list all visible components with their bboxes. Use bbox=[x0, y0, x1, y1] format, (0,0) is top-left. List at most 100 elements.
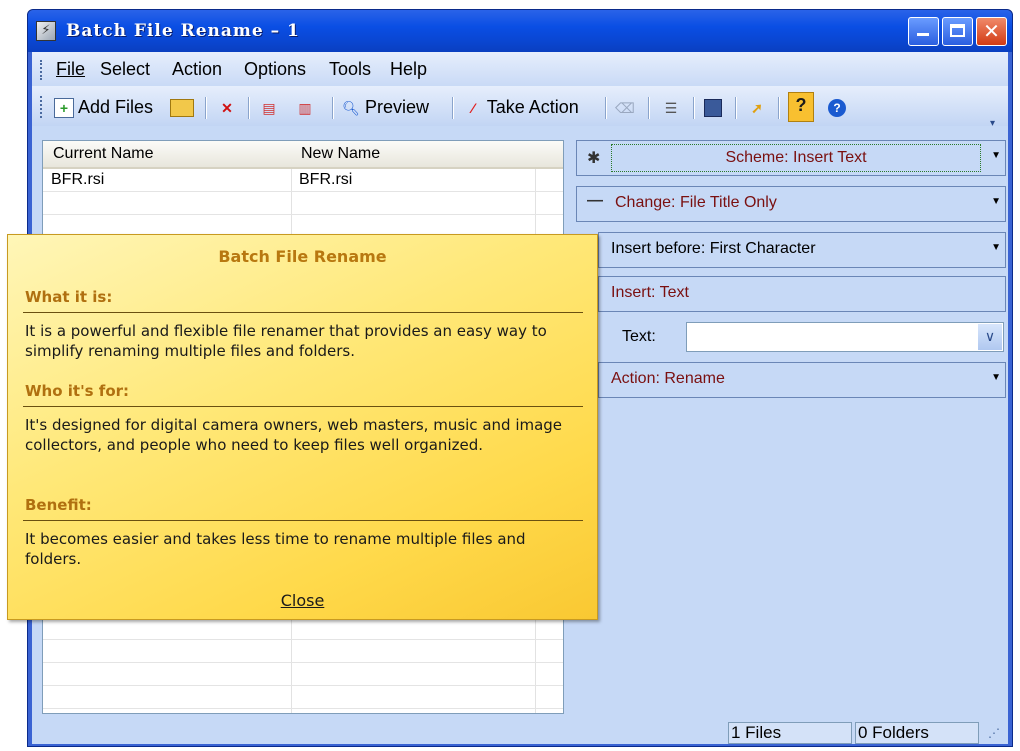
menu-options[interactable]: Options bbox=[244, 59, 306, 80]
minus-icon: — bbox=[587, 192, 603, 209]
help-toggle-button[interactable]: ? bbox=[788, 92, 814, 122]
insert-label: Insert: Text bbox=[611, 284, 689, 301]
insert-before-dropdown[interactable]: Insert before: First Character ▼ bbox=[598, 232, 1006, 268]
toolbar-overflow[interactable]: ▾ bbox=[990, 112, 995, 136]
status-folders: 0 Folders bbox=[855, 722, 979, 744]
menu-grip[interactable] bbox=[40, 60, 45, 80]
save-icon bbox=[704, 99, 722, 118]
align-button[interactable]: ☰ bbox=[662, 95, 680, 119]
list-icon: ▤ bbox=[262, 100, 276, 117]
menu-select[interactable]: Select bbox=[100, 59, 150, 80]
status-bar: 1 Files 0 Folders ⋰ bbox=[32, 720, 1008, 744]
status-files: 1 Files bbox=[728, 722, 852, 744]
text-field-label: Text: bbox=[622, 328, 656, 345]
minimize-icon bbox=[917, 33, 929, 36]
column-current-name[interactable]: Current Name bbox=[53, 145, 153, 163]
toolbar-separator bbox=[693, 97, 695, 119]
popup-title: Batch File Rename bbox=[218, 247, 387, 266]
collapse-icon: ✱ bbox=[587, 150, 601, 167]
save-button[interactable] bbox=[704, 95, 722, 119]
resize-grip-icon[interactable]: ⋰ bbox=[988, 726, 1000, 740]
list-invert-icon: ▥ bbox=[298, 100, 312, 117]
menu-select-label: Select bbox=[100, 59, 151, 79]
toolbar-grip[interactable] bbox=[40, 96, 45, 118]
popup-heading-benefit: Benefit: bbox=[25, 496, 92, 514]
add-folder-button[interactable] bbox=[170, 95, 194, 119]
popup-heading-who: Who it's for: bbox=[25, 382, 130, 400]
chevron-down-icon: ∨ bbox=[984, 329, 996, 345]
chevron-down-icon: ▼ bbox=[991, 196, 1001, 207]
table-row[interactable]: BFR.rsi BFR.rsi bbox=[43, 169, 563, 192]
divider bbox=[23, 520, 583, 521]
toolbar-separator bbox=[452, 97, 454, 119]
toolbar-separator bbox=[205, 97, 207, 119]
cell-new-name: BFR.rsi bbox=[299, 171, 353, 188]
list-header: Current Name New Name bbox=[43, 141, 563, 169]
about-button[interactable]: ? bbox=[828, 95, 846, 119]
close-icon: ✕ bbox=[983, 19, 1000, 43]
select-all-button[interactable]: ▤ bbox=[260, 95, 278, 119]
close-button[interactable]: ✕ bbox=[976, 17, 1007, 46]
menu-tools[interactable]: Tools bbox=[329, 59, 371, 80]
toolbar-separator bbox=[735, 97, 737, 119]
info-icon: ? bbox=[828, 99, 846, 118]
minimize-button[interactable] bbox=[908, 17, 939, 46]
toolbar: + Add Files ✕ ▤ ▥ 🔍︎ Preview ⁄ Take Acti… bbox=[32, 86, 1008, 129]
scheme-dropdown[interactable]: ✱ Scheme: Insert Text ▼ bbox=[576, 140, 1006, 176]
take-action-label: Take Action bbox=[486, 97, 579, 117]
text-input-dropdown-button[interactable]: ∨ bbox=[978, 324, 1002, 350]
erase-button[interactable]: ⌫ bbox=[615, 95, 635, 119]
maximize-icon bbox=[950, 24, 965, 37]
column-new-name[interactable]: New Name bbox=[301, 145, 380, 163]
menu-action-label: Action bbox=[172, 59, 223, 79]
preview-button[interactable]: 🔍︎ Preview bbox=[342, 95, 429, 119]
toolbar-separator bbox=[648, 97, 650, 119]
table-row bbox=[43, 192, 563, 215]
app-icon: ⚡ bbox=[36, 21, 56, 41]
export-button[interactable]: ➚ bbox=[748, 95, 766, 119]
cell-current-name: BFR.rsi bbox=[51, 171, 105, 188]
chevron-down-icon: ▼ bbox=[991, 150, 1001, 161]
menu-options-label: Options bbox=[244, 59, 307, 79]
remove-button[interactable]: ✕ bbox=[218, 95, 236, 119]
add-files-icon: + bbox=[54, 98, 74, 119]
menu-action[interactable]: Action bbox=[172, 59, 222, 80]
help-popup: Batch File Rename What it is: It is a po… bbox=[7, 234, 598, 620]
insert-before-label: Insert before: First Character bbox=[611, 240, 816, 257]
add-folder-icon bbox=[170, 99, 194, 118]
preview-icon: 🔍︎ bbox=[342, 100, 360, 117]
text-input[interactable]: ∨ bbox=[686, 322, 1004, 352]
table-row bbox=[43, 663, 563, 686]
popup-text-benefit: It becomes easier and takes less time to… bbox=[25, 530, 526, 568]
remove-icon: ✕ bbox=[221, 100, 233, 117]
preview-label: Preview bbox=[365, 97, 430, 117]
toolbar-separator bbox=[778, 97, 780, 119]
popup-text-what: It is a powerful and flexible file renam… bbox=[25, 322, 547, 360]
divider bbox=[23, 406, 583, 407]
menu-file-label: File bbox=[56, 59, 86, 79]
scheme-label: Scheme: Insert Text bbox=[611, 144, 981, 172]
add-files-label: Add Files bbox=[78, 97, 154, 117]
chevron-down-icon: ▼ bbox=[991, 242, 1001, 253]
toolbar-separator bbox=[248, 97, 250, 119]
toolbar-separator bbox=[605, 97, 607, 119]
menu-file[interactable]: File bbox=[56, 59, 85, 80]
maximize-button[interactable] bbox=[942, 17, 973, 46]
popup-close-link[interactable]: Close bbox=[8, 591, 597, 610]
title-bar[interactable]: ⚡ Batch File Rename – 1 ✕ bbox=[28, 10, 1012, 52]
help-icon: ? bbox=[795, 95, 807, 115]
change-dropdown[interactable]: — Change: File Title Only ▼ bbox=[576, 186, 1006, 222]
toolbar-separator bbox=[332, 97, 334, 119]
add-files-button[interactable]: + Add Files bbox=[54, 95, 153, 119]
insert-dropdown[interactable]: Insert: Text bbox=[598, 276, 1006, 312]
invert-selection-button[interactable]: ▥ bbox=[296, 95, 314, 119]
popup-text-who: It's designed for digital camera owners,… bbox=[25, 416, 563, 454]
change-label: Change: File Title Only bbox=[615, 194, 777, 211]
menu-help[interactable]: Help bbox=[390, 59, 427, 80]
eraser-icon: ⌫ bbox=[615, 100, 635, 117]
chevron-down-icon: ▾ bbox=[990, 118, 996, 129]
take-action-button[interactable]: ⁄ Take Action bbox=[464, 95, 579, 119]
action-dropdown[interactable]: Action: Rename ▼ bbox=[598, 362, 1006, 398]
table-row bbox=[43, 686, 563, 709]
export-arrow-icon: ➚ bbox=[751, 100, 763, 117]
